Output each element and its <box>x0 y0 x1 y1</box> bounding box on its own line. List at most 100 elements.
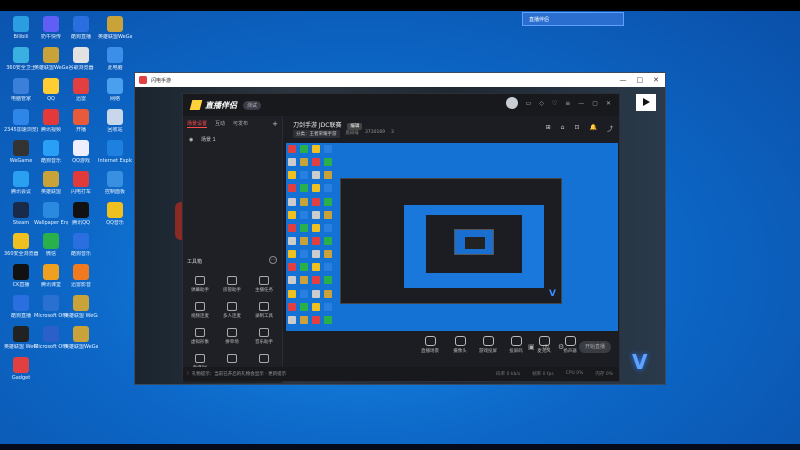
tool-item[interactable]: 拼单场 <box>217 328 247 345</box>
desktop-icon[interactable]: 360安全浏览器 <box>4 233 38 257</box>
category-value[interactable]: 王者荣耀手游 <box>310 132 337 137</box>
desktop-icon[interactable]: 2345加速浏览器 <box>4 109 38 133</box>
tool-item[interactable] <box>249 354 279 365</box>
tab-scene[interactable]: 场景设置 <box>187 120 208 128</box>
desktop-icon[interactable]: 酷狗音乐 <box>34 140 68 164</box>
desktop-icon[interactable]: Microsoft Office Wo... <box>34 326 68 350</box>
desktop-icon[interactable]: 闪电打车 <box>64 171 98 195</box>
play-icon[interactable] <box>636 94 656 111</box>
tools-more-button[interactable]: ··· <box>269 256 277 264</box>
desktop-icon[interactable]: QQ游戏 <box>64 140 98 164</box>
avatar[interactable] <box>505 97 518 109</box>
window-icon[interactable]: ⊡ <box>574 124 579 133</box>
app-icon <box>43 78 59 94</box>
outer-window-titlebar[interactable]: 闪电手游 — □ ✕ <box>135 73 665 87</box>
app-icon <box>43 140 59 156</box>
tool-item[interactable] <box>217 354 247 365</box>
desktop-icon[interactable]: 迅雷影音 <box>64 264 98 288</box>
desktop-icon[interactable]: Microsoft Office Exc... <box>34 295 68 319</box>
tab-interaction[interactable]: 互动 <box>215 120 225 128</box>
tool-item[interactable]: 多人连麦 <box>217 302 247 319</box>
desktop-icon[interactable]: CK直播 <box>4 264 38 288</box>
settings-icon[interactable]: ⚙ <box>558 343 564 351</box>
desktop-icon[interactable]: Bilibili <box>4 16 38 40</box>
desktop-icon[interactable]: QQ音乐 <box>98 202 132 226</box>
desktop-icon[interactable]: 英雄联盟 WeGame版 <box>64 295 98 319</box>
toolbar-button[interactable]: 摄像头 <box>447 336 473 354</box>
app-icon <box>13 47 29 63</box>
close-button[interactable]: ✕ <box>653 73 659 87</box>
desktop-icon[interactable]: 英雄联盟WeGame版 <box>34 47 68 71</box>
scene-item[interactable]: ◉ 场景 1 <box>183 132 282 147</box>
desktop-icon[interactable]: 电脑管家 <box>4 78 38 102</box>
tool-item[interactable]: 虚拟形象 <box>185 328 215 345</box>
desktop-icon[interactable]: 此电脑 <box>98 47 132 71</box>
edit-button[interactable]: 编辑 <box>347 123 363 130</box>
minimize-button[interactable]: — <box>620 73 627 87</box>
stream-preview[interactable]: V <box>286 143 618 331</box>
desktop-icon[interactable]: 微信 <box>34 233 68 257</box>
desktop-icon[interactable]: 腾讯会议 <box>4 171 38 195</box>
desktop-icon[interactable]: 谷歌浏览器 <box>64 47 98 71</box>
desktop-icon[interactable]: 奶牛快传 <box>34 16 68 40</box>
tool-item[interactable]: 视频连麦 <box>185 302 215 319</box>
close-icon[interactable]: ✕ <box>606 100 611 109</box>
home-icon[interactable]: ⌂ <box>561 124 565 133</box>
start-stream-button[interactable]: 开始直播 <box>579 341 611 353</box>
desktop-icon[interactable]: 腾讯课堂 <box>34 264 68 288</box>
share-icon[interactable]: ⤴ <box>607 124 613 133</box>
desktop-icon[interactable]: Internet Explorer <box>98 140 132 164</box>
desktop-icon[interactable]: QQ <box>34 78 68 102</box>
menu-icon[interactable]: ≡ <box>565 100 570 109</box>
desktop-icon[interactable]: 腾讯QQ <box>64 202 98 226</box>
desktop-icon[interactable]: 腾讯视频 <box>34 109 68 133</box>
desktop-icon[interactable]: 酷狗直播 <box>64 16 98 40</box>
mini-icon <box>300 302 308 311</box>
tool-item[interactable]: 弹幕助手 <box>185 276 215 293</box>
diamond-icon[interactable]: ◇ <box>539 100 544 109</box>
desktop-icon[interactable]: 英雄联盟WeGame版 <box>64 326 98 350</box>
desktop-icon[interactable]: 360安全卫士 <box>4 47 38 71</box>
tool-item[interactable]: 录制工具 <box>249 302 279 319</box>
desktop-icon[interactable]: 迅雷 <box>64 78 98 102</box>
toolbar-button[interactable]: 直播场景 <box>417 336 443 354</box>
record-icon[interactable]: ◎ <box>543 343 549 351</box>
desktop-icon-label: 奶牛快传 <box>40 34 61 40</box>
screen-icon[interactable]: ▭ <box>526 100 532 109</box>
task-chip[interactable]: 直播伴侣 <box>522 12 624 26</box>
desktop-icon[interactable]: 英雄联盟WeGame版 <box>98 16 132 40</box>
desktop-icon[interactable]: 英雄联盟 WeGame版 <box>4 326 38 350</box>
eye-icon[interactable]: ◉ <box>189 137 193 143</box>
tool-item[interactable]: 主播任务 <box>249 276 279 293</box>
desktop-icon[interactable]: Gadget <box>4 357 38 381</box>
add-tab-button[interactable]: + <box>272 120 278 128</box>
camera-icon[interactable]: ▣ <box>528 343 535 351</box>
tool-item[interactable]: 房管助手 <box>217 276 247 293</box>
desktop-icon[interactable]: Wallpaper Engine <box>34 202 68 226</box>
desktop-icon[interactable]: WeGame <box>4 140 38 164</box>
tab-publish[interactable]: 可发布 <box>233 120 248 128</box>
minimize-icon[interactable]: — <box>578 100 584 109</box>
tool-label: 多人连麦 <box>223 314 241 319</box>
maximize-button[interactable]: □ <box>637 73 644 87</box>
toolbar-button[interactable]: 游戏投屏 <box>475 336 501 354</box>
tool-item[interactable]: 音乐助手 <box>249 328 279 345</box>
tool-icon <box>227 302 237 311</box>
category-label: 分类： <box>296 132 310 137</box>
bell-icon[interactable]: 🔔 <box>590 124 597 133</box>
desktop-icon[interactable]: 控制面板 <box>98 171 132 195</box>
desktop-icon[interactable]: 英雄联盟 <box>34 171 68 195</box>
restore-icon[interactable]: ▢ <box>592 100 598 109</box>
desktop-icon-label: Microsoft Office Exc... <box>34 313 68 319</box>
toolbar-button[interactable]: 投屏码 <box>503 336 529 354</box>
version-badge[interactable]: 测试 <box>243 100 262 110</box>
desktop-icon[interactable]: 回收站 <box>98 109 132 133</box>
desktop-icon[interactable]: 开播 <box>64 109 98 133</box>
mini-icon <box>324 276 332 285</box>
desktop-icon[interactable]: Steam <box>4 202 38 226</box>
gift-icon[interactable]: ⊞ <box>546 124 551 133</box>
desktop-icon[interactable]: 酷狗直播 <box>4 295 38 319</box>
desktop-icon[interactable]: 网络 <box>98 78 132 102</box>
heart-icon[interactable]: ♡ <box>552 100 557 109</box>
desktop-icon[interactable]: 酷狗音乐 <box>64 233 98 257</box>
